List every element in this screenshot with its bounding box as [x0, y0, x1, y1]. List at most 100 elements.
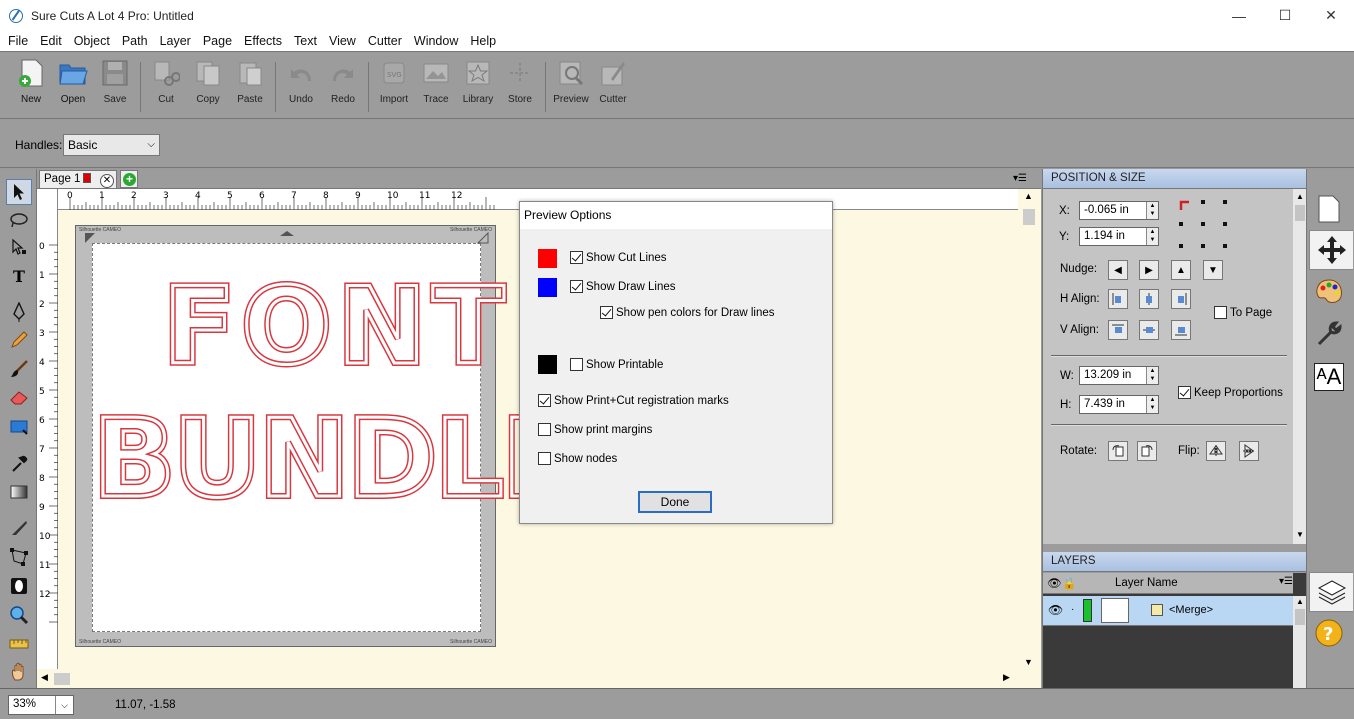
layers-scrollbar[interactable]: ▲: [1293, 596, 1307, 688]
zoom-select[interactable]: 33% ⌵: [8, 695, 74, 715]
menu-path[interactable]: Path: [116, 34, 154, 48]
rectangle-tool[interactable]: [6, 414, 32, 440]
scroll-thumb[interactable]: [54, 673, 70, 685]
checkbox-unchecked[interactable]: [538, 423, 551, 436]
color-panel-button[interactable]: [1309, 272, 1349, 312]
settings-panel-button[interactable]: [1309, 314, 1349, 354]
cutter-button[interactable]: Cutter: [592, 58, 634, 118]
scroll-thumb[interactable]: [1023, 209, 1035, 225]
done-button[interactable]: Done: [638, 491, 712, 513]
zoom-tool[interactable]: [6, 602, 32, 628]
x-spinner[interactable]: ▲ ▼: [1146, 202, 1158, 219]
position-size-scrollbar[interactable]: ▲ ▼: [1293, 189, 1307, 544]
flip-vertical-button[interactable]: [1239, 441, 1259, 461]
open-button[interactable]: Open: [52, 58, 94, 118]
library-button[interactable]: Library: [457, 58, 499, 118]
show-registration-marks-checkbox[interactable]: Show Print+Cut registration marks: [538, 394, 729, 407]
align-bottom-button[interactable]: [1171, 320, 1191, 340]
knife-tool[interactable]: [6, 515, 32, 541]
trace-button[interactable]: Trace: [415, 58, 457, 118]
y-spinner[interactable]: ▲ ▼: [1146, 228, 1158, 245]
gradient-tool[interactable]: [6, 479, 32, 505]
menu-page[interactable]: Page: [197, 34, 238, 48]
flip-horizontal-button[interactable]: [1206, 441, 1226, 461]
close-button[interactable]: ✕: [1308, 0, 1354, 31]
store-button[interactable]: Store: [499, 58, 541, 118]
menu-effects[interactable]: Effects: [238, 34, 288, 48]
pen-tool[interactable]: [6, 299, 32, 325]
text-panel-button[interactable]: ᴬA: [1309, 357, 1349, 397]
menu-text[interactable]: Text: [288, 34, 323, 48]
menu-window[interactable]: Window: [408, 34, 464, 48]
align-middle-v-button[interactable]: [1139, 320, 1159, 340]
menu-object[interactable]: Object: [68, 34, 116, 48]
show-printable-checkbox[interactable]: Show Printable: [570, 358, 663, 371]
show-pen-colors-checkbox[interactable]: Show pen colors for Draw lines: [600, 306, 775, 319]
select-tool[interactable]: [6, 179, 32, 205]
nudge-left-button[interactable]: ◀: [1108, 260, 1128, 280]
reference-point-grid-icon[interactable]: [1179, 200, 1229, 250]
menu-view[interactable]: View: [323, 34, 362, 48]
menu-file[interactable]: File: [2, 34, 34, 48]
show-nodes-checkbox[interactable]: Show nodes: [538, 452, 617, 465]
align-right-button[interactable]: [1171, 289, 1191, 309]
rotate-right-button[interactable]: [1137, 441, 1157, 461]
horizontal-scrollbar[interactable]: ◀ ▶: [37, 669, 1018, 688]
scroll-up-icon[interactable]: ▲: [1296, 192, 1304, 201]
show-print-margins-checkbox[interactable]: Show print margins: [538, 423, 652, 436]
show-cut-lines-checkbox[interactable]: Show Cut Lines: [570, 251, 667, 264]
maximize-button[interactable]: ☐: [1262, 0, 1308, 31]
scroll-down-icon[interactable]: ▼: [1296, 530, 1304, 539]
width-input[interactable]: 13.209 in ▲ ▼: [1079, 366, 1159, 385]
align-left-button[interactable]: [1108, 289, 1128, 309]
undo-button[interactable]: Undo: [280, 58, 322, 118]
align-top-button[interactable]: [1108, 320, 1128, 340]
preview-button[interactable]: Preview: [550, 58, 592, 118]
design-artwork[interactable]: FONT FONT BUNDLES BUNDLES: [90, 262, 654, 531]
checkbox-checked[interactable]: [570, 280, 583, 293]
align-center-h-button[interactable]: [1139, 289, 1159, 309]
scroll-left-icon[interactable]: ◀: [41, 672, 48, 683]
x-position-input[interactable]: -0.065 in ▲ ▼: [1079, 201, 1159, 220]
paste-button[interactable]: Paste: [229, 58, 271, 118]
menu-cutter[interactable]: Cutter: [362, 34, 408, 48]
eyedropper-tool[interactable]: [6, 451, 32, 477]
layers-menu-icon[interactable]: ▾☰: [1279, 576, 1293, 587]
handles-select[interactable]: Basic ⌵: [63, 134, 160, 156]
scroll-up-icon[interactable]: ▲: [1024, 191, 1033, 201]
to-page-checkbox[interactable]: To Page: [1214, 306, 1272, 319]
copy-button[interactable]: Copy: [187, 58, 229, 118]
scroll-thumb[interactable]: [1295, 609, 1305, 625]
checkbox-unchecked[interactable]: [570, 358, 583, 371]
layer-color-swatch[interactable]: [1083, 599, 1092, 622]
minimize-button[interactable]: —: [1216, 0, 1262, 31]
vertical-scrollbar[interactable]: ▲ ▼: [1018, 189, 1041, 669]
menu-help[interactable]: Help: [464, 34, 502, 48]
draw-color-swatch[interactable]: [538, 278, 557, 297]
height-spinner[interactable]: ▲ ▼: [1146, 396, 1158, 413]
cut-button[interactable]: Cut: [145, 58, 187, 118]
import-button[interactable]: SVG Import: [373, 58, 415, 118]
show-draw-lines-checkbox[interactable]: Show Draw Lines: [570, 280, 675, 293]
scroll-right-icon[interactable]: ▶: [1003, 672, 1010, 683]
tab-menu-icon[interactable]: ▾☰: [1013, 173, 1027, 184]
layer-lock-toggle[interactable]: ·: [1071, 604, 1074, 615]
position-size-panel-button[interactable]: [1309, 230, 1353, 270]
redo-button[interactable]: Redo: [322, 58, 364, 118]
help-panel-button[interactable]: ?: [1309, 613, 1349, 653]
printable-color-swatch[interactable]: [538, 355, 557, 374]
nudge-right-button[interactable]: ▶: [1139, 260, 1159, 280]
checkbox-unchecked[interactable]: [1214, 306, 1227, 319]
layer-row[interactable]: 👁 · <Merge>: [1043, 596, 1293, 626]
measure-tool[interactable]: [6, 631, 32, 657]
tab-page-1[interactable]: Page 1 ✕: [39, 170, 117, 189]
add-page-button[interactable]: +: [120, 170, 138, 188]
scroll-up-icon[interactable]: ▲: [1296, 597, 1304, 606]
checkbox-checked[interactable]: [570, 251, 583, 264]
menu-edit[interactable]: Edit: [34, 34, 68, 48]
checkbox-unchecked[interactable]: [538, 452, 551, 465]
checkbox-checked[interactable]: [600, 306, 613, 319]
y-position-input[interactable]: 1.194 in ▲ ▼: [1079, 227, 1159, 246]
width-spinner[interactable]: ▲ ▼: [1146, 367, 1158, 384]
layers-panel-button[interactable]: [1309, 572, 1353, 612]
